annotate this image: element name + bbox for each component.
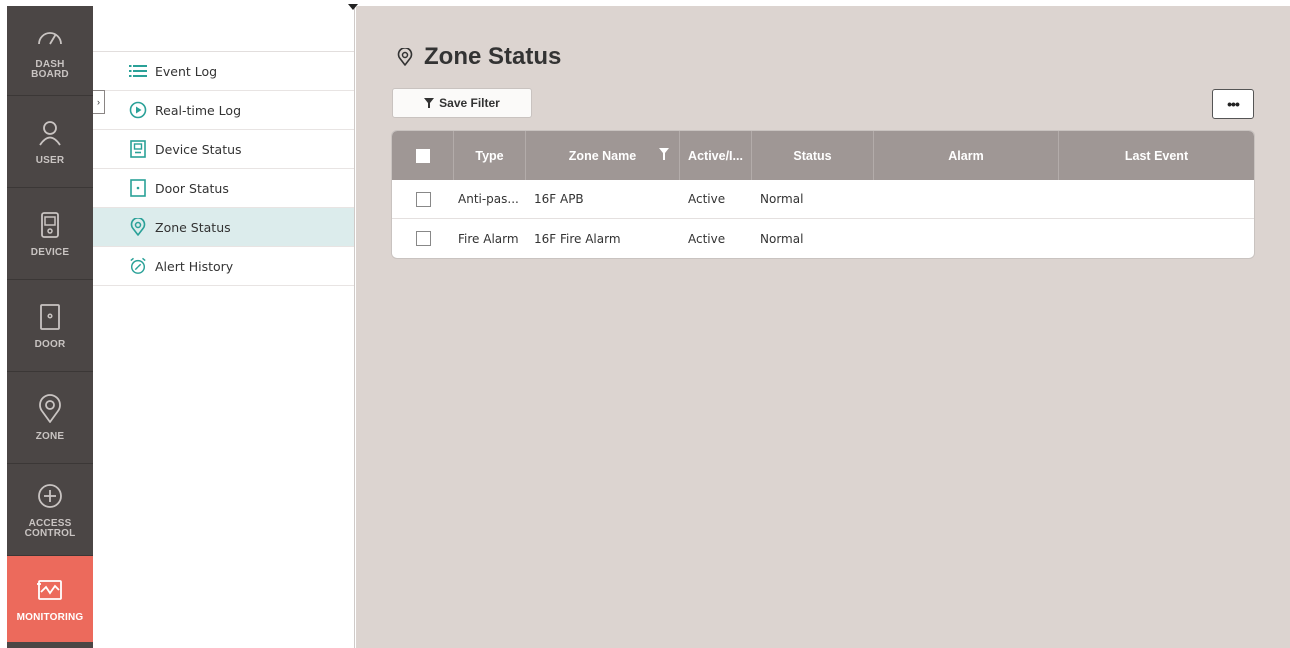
row-checkbox[interactable]	[415, 191, 431, 207]
cell-alarm	[874, 180, 1059, 219]
column-header-alarm[interactable]: Alarm	[874, 131, 1059, 180]
location-pin-icon	[129, 218, 147, 236]
location-pin-icon	[397, 48, 413, 66]
row-select-cell	[392, 219, 454, 258]
collapse-subnav-button[interactable]: ›	[93, 90, 105, 114]
location-pin-icon	[39, 393, 61, 423]
column-header-label: Zone Name	[568, 148, 637, 163]
filter-icon	[424, 98, 435, 108]
filter-icon[interactable]	[659, 148, 669, 160]
speedometer-icon	[38, 31, 62, 44]
rail-item-monitoring[interactable]: MONITORING	[7, 556, 93, 642]
rail-item-device[interactable]: DEVICE	[7, 188, 93, 280]
chevron-right-icon: ›	[97, 97, 100, 107]
rail-label-user: USER	[35, 154, 65, 166]
subnav-header	[93, 4, 358, 52]
save-filter-button[interactable]: Save Filter	[392, 88, 532, 118]
select-all-checkbox[interactable]	[415, 148, 430, 163]
zone-status-table: Type Zone Name Active/I... Status Alarm …	[392, 131, 1254, 258]
alarm-clock-icon	[129, 257, 147, 275]
more-options-button[interactable]: •••	[1212, 89, 1254, 119]
subnav-label: Event Log	[155, 63, 218, 79]
row-select-cell	[392, 180, 454, 219]
cell-alarm	[874, 219, 1059, 258]
cell-zone-name: 16F Fire Alarm	[534, 231, 621, 246]
subnav-item-event-log[interactable]: Event Log	[93, 52, 354, 91]
subnav-label: Zone Status	[155, 219, 231, 235]
user-icon	[39, 120, 61, 146]
subnav-item-zone-status[interactable]: Zone Status	[93, 208, 354, 247]
page-title-text: Zone Status	[424, 43, 562, 70]
column-header-type[interactable]: Type	[454, 131, 526, 180]
device-icon	[41, 211, 59, 238]
rail-item-access-control[interactable]: ACCESS CONTROL	[7, 464, 93, 556]
column-header-active[interactable]: Active/I...	[680, 131, 752, 180]
subnav-item-door-status[interactable]: Door Status	[93, 169, 354, 208]
subnav-item-real-time-log[interactable]: Real-time Log	[93, 91, 354, 130]
cell-active: Active	[688, 231, 726, 246]
door-status-icon	[129, 179, 147, 197]
select-all-header	[392, 131, 454, 180]
cell-type: Fire Alarm	[458, 231, 519, 246]
shield-plus-icon	[38, 483, 62, 508]
rail-label-dashboard: DASH BOARD	[31, 58, 69, 80]
cell-last-event	[1059, 180, 1254, 219]
rail-label-zone: ZONE	[35, 430, 65, 442]
main-navigation-rail: DASH BOARD USER DEVICE DOOR ZONE ACCESS …	[7, 6, 93, 648]
subnav-label: Alert History	[155, 258, 234, 274]
play-circle-icon	[129, 101, 147, 119]
table-row[interactable]: Fire Alarm 16F Fire Alarm Active Normal	[392, 219, 1254, 258]
monitoring-subnav: › Event Log Real-time Log Device Status …	[93, 4, 358, 648]
subnav-label: Device Status	[155, 141, 242, 157]
rail-label-monitoring: MONITORING	[16, 612, 84, 623]
cell-last-event	[1059, 219, 1254, 258]
table-header-row: Type Zone Name Active/I... Status Alarm …	[392, 131, 1254, 180]
column-header-status[interactable]: Status	[752, 131, 874, 180]
subnav-label: Real-time Log	[155, 102, 241, 118]
subnav-item-device-status[interactable]: Device Status	[93, 130, 354, 169]
rail-label-door: DOOR	[34, 338, 66, 350]
list-icon	[129, 62, 147, 80]
rail-item-dashboard[interactable]: DASH BOARD	[7, 6, 93, 96]
cell-active: Active	[688, 192, 726, 206]
cell-status: Normal	[760, 231, 804, 246]
cell-zone-name: 16F APB	[534, 192, 584, 206]
rail-item-user[interactable]: USER	[7, 96, 93, 188]
rail-item-zone[interactable]: ZONE	[7, 372, 93, 464]
save-filter-label: Save Filter	[439, 96, 500, 110]
page-title: Zone Status	[396, 43, 561, 71]
door-icon	[40, 303, 60, 330]
cell-type: Anti-pas...	[458, 192, 519, 206]
monitoring-icon	[37, 580, 62, 600]
rail-label-access-control: ACCESS CONTROL	[24, 517, 76, 539]
row-checkbox[interactable]	[415, 231, 431, 246]
cell-status: Normal	[760, 192, 804, 206]
rail-label-device: DEVICE	[30, 246, 70, 258]
subnav-label: Door Status	[155, 180, 229, 196]
table-row[interactable]: Anti-pas... 16F APB Active Normal	[392, 180, 1254, 219]
main-content: Zone Status Save Filter ••• Type Zone Na…	[356, 6, 1290, 648]
device-status-icon	[129, 140, 147, 158]
rail-item-door[interactable]: DOOR	[7, 280, 93, 372]
subnav-item-alert-history[interactable]: Alert History	[93, 247, 354, 286]
column-header-last-event[interactable]: Last Event	[1059, 131, 1254, 180]
column-header-zone-name[interactable]: Zone Name	[526, 131, 680, 180]
ellipsis-icon: •••	[1227, 96, 1240, 112]
